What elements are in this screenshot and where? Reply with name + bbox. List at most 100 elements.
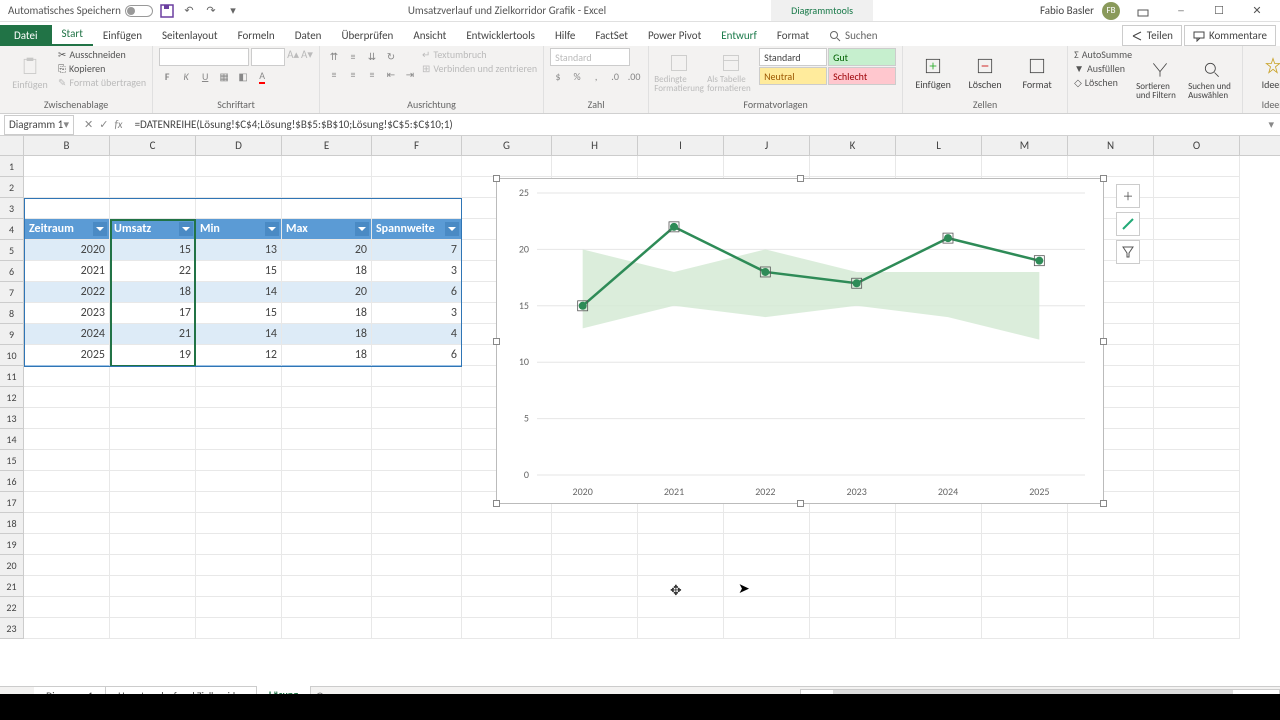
cell[interactable]: 2021 [24, 261, 110, 282]
resize-handle[interactable] [493, 338, 500, 345]
cell[interactable] [1068, 534, 1154, 555]
cell[interactable] [372, 555, 462, 576]
cell[interactable]: 15 [110, 240, 196, 261]
tab-entwurf[interactable]: Entwurf [711, 25, 767, 46]
cell[interactable] [372, 408, 462, 429]
cell[interactable]: Min [196, 219, 282, 240]
cell[interactable] [282, 198, 372, 219]
cell[interactable] [282, 618, 372, 639]
cell[interactable] [552, 576, 638, 597]
close-icon[interactable]: ✕ [1242, 0, 1272, 22]
cell[interactable] [24, 471, 110, 492]
cell[interactable] [982, 576, 1068, 597]
cell[interactable] [1154, 177, 1240, 198]
cell[interactable]: 7 [372, 240, 462, 261]
align-middle-icon[interactable]: ≡ [345, 48, 361, 64]
cell[interactable] [282, 429, 372, 450]
ribbon-options-icon[interactable] [1128, 0, 1158, 22]
cell[interactable]: 2022 [24, 282, 110, 303]
cell[interactable]: Zeitraum [24, 219, 110, 240]
insert-cells-button[interactable]: Einfügen [909, 48, 957, 98]
cell[interactable] [282, 555, 372, 576]
cell[interactable] [1154, 366, 1240, 387]
cell[interactable] [372, 492, 462, 513]
row-header[interactable]: 4 [0, 219, 24, 240]
cell[interactable] [24, 618, 110, 639]
cell[interactable]: 18 [282, 345, 372, 366]
cell[interactable] [196, 408, 282, 429]
align-left-icon[interactable]: ≡ [326, 66, 342, 82]
inc-decimal-icon[interactable]: .0 [607, 68, 623, 84]
resize-handle[interactable] [493, 500, 500, 507]
cell[interactable] [372, 177, 462, 198]
cell[interactable] [462, 555, 552, 576]
cell[interactable] [24, 492, 110, 513]
cell[interactable] [638, 156, 724, 177]
cell[interactable]: Max [282, 219, 372, 240]
cell[interactable] [982, 618, 1068, 639]
cell[interactable] [638, 555, 724, 576]
tab-formeln[interactable]: Formeln [228, 25, 285, 46]
row-header[interactable]: 3 [0, 198, 24, 219]
cell[interactable]: 15 [196, 261, 282, 282]
row-header[interactable]: 8 [0, 303, 24, 324]
wrap-text-button[interactable]: ↵ Textumbruch [422, 48, 537, 61]
cell[interactable] [1068, 576, 1154, 597]
cell[interactable] [1154, 261, 1240, 282]
cell[interactable] [810, 513, 896, 534]
cell[interactable] [982, 513, 1068, 534]
row-header[interactable]: 13 [0, 408, 24, 429]
cell[interactable] [810, 156, 896, 177]
resize-handle[interactable] [797, 500, 804, 507]
font-color-icon[interactable]: A [254, 68, 270, 84]
cell[interactable]: 13 [196, 240, 282, 261]
cell[interactable] [1154, 324, 1240, 345]
dec-decimal-icon[interactable]: .00 [626, 68, 642, 84]
toggle-switch[interactable] [125, 5, 153, 17]
cancel-formula-icon[interactable]: ✕ [84, 118, 93, 131]
column-header[interactable]: J [724, 136, 810, 155]
cell[interactable] [724, 618, 810, 639]
cell[interactable] [24, 450, 110, 471]
row-header[interactable]: 6 [0, 261, 24, 282]
cell[interactable] [282, 471, 372, 492]
autosave-toggle[interactable]: Automatisches Speichern [8, 4, 153, 17]
cell[interactable] [110, 429, 196, 450]
row-header[interactable]: 11 [0, 366, 24, 387]
cell[interactable] [982, 534, 1068, 555]
cell[interactable] [196, 366, 282, 387]
cell[interactable] [24, 366, 110, 387]
cell[interactable] [896, 513, 982, 534]
style-gut[interactable]: Gut [828, 48, 896, 66]
filter-dropdown-icon[interactable] [179, 222, 193, 236]
filter-dropdown-icon[interactable] [445, 222, 459, 236]
cell[interactable] [552, 618, 638, 639]
context-tab[interactable]: Diagrammtools [771, 0, 873, 21]
cell[interactable] [552, 513, 638, 534]
sort-filter-button[interactable]: Sortieren und Filtern [1136, 48, 1184, 111]
cell[interactable] [196, 555, 282, 576]
cell[interactable] [1154, 282, 1240, 303]
row-header[interactable]: 5 [0, 240, 24, 261]
cell[interactable] [724, 513, 810, 534]
cell[interactable] [372, 387, 462, 408]
cell[interactable] [810, 555, 896, 576]
indent-inc-icon[interactable]: ⇥ [402, 66, 418, 82]
row-header[interactable]: 1 [0, 156, 24, 177]
cell[interactable] [24, 429, 110, 450]
row-header[interactable]: 17 [0, 492, 24, 513]
cell[interactable]: Spannweite [372, 219, 462, 240]
cell[interactable]: 18 [282, 324, 372, 345]
cell[interactable] [552, 156, 638, 177]
cell[interactable] [552, 534, 638, 555]
cell[interactable] [24, 597, 110, 618]
cell[interactable] [896, 597, 982, 618]
user-avatar[interactable]: FB [1102, 2, 1120, 20]
comma-icon[interactable]: , [588, 68, 604, 84]
cell[interactable]: 18 [282, 303, 372, 324]
cell[interactable]: 14 [196, 282, 282, 303]
cell[interactable] [110, 156, 196, 177]
cell[interactable]: 2020 [24, 240, 110, 261]
cell[interactable] [896, 534, 982, 555]
cell[interactable] [282, 408, 372, 429]
